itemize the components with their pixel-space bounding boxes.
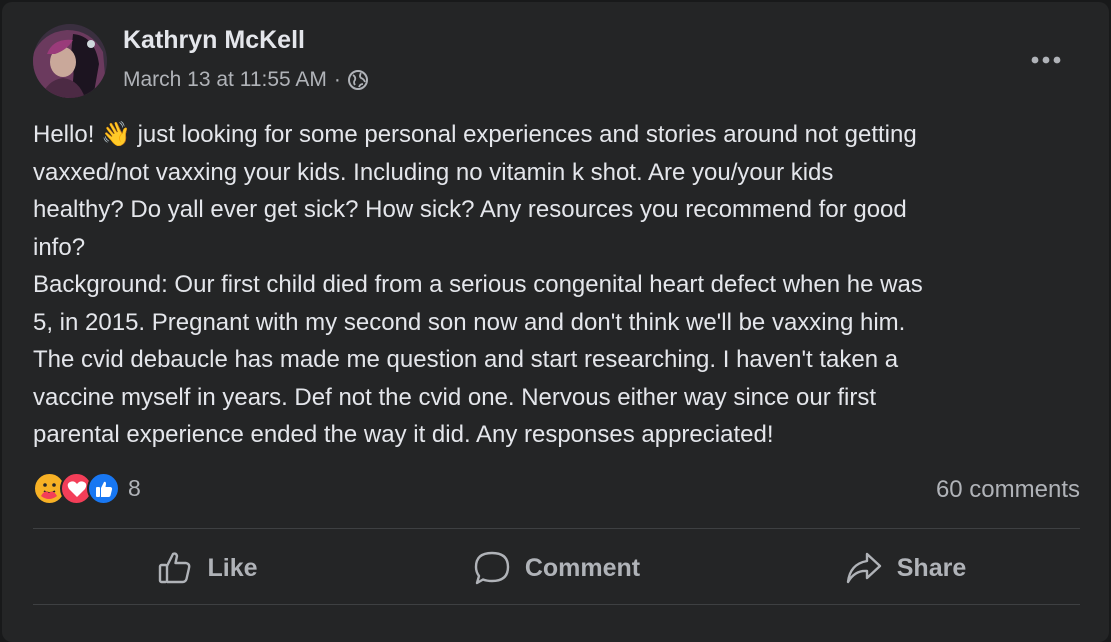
post-body-line: healthy? Do yall ever get sick? How sick… — [33, 196, 907, 223]
meta-separator: · — [333, 68, 341, 91]
post-meta: March 13 at 11:55 AM · — [123, 68, 369, 92]
share-button[interactable]: Share — [731, 532, 1080, 604]
divider — [33, 604, 1080, 605]
comment-button[interactable]: Comment — [382, 532, 731, 604]
post-body-line: Background: Our first child died from a … — [33, 271, 923, 298]
share-label: Share — [896, 553, 967, 582]
avatar-image — [33, 24, 107, 98]
more-options-icon — [1031, 56, 1061, 64]
post-body-line: vaccine myself in years. Def not the cvi… — [33, 383, 877, 411]
reaction-summary[interactable]: 8 — [33, 472, 141, 505]
post-timestamp[interactable]: March 13 at 11:55 AM — [123, 68, 327, 92]
share-icon — [846, 552, 881, 584]
post-body-line: 5, in 2015. Pregnant with my second son … — [33, 308, 906, 336]
more-options-button[interactable] — [1024, 42, 1068, 78]
globe-icon[interactable] — [347, 69, 369, 91]
post-body-line: vaxxed/not vaxxing your kids. Including … — [33, 158, 834, 186]
author-name[interactable]: Kathryn McKell — [123, 26, 305, 55]
like-reaction-icon — [87, 472, 120, 505]
divider — [33, 528, 1080, 529]
post-actions: Like Comment Share — [33, 532, 1080, 604]
reaction-count: 8 — [128, 475, 141, 501]
comment-label: Comment — [524, 553, 641, 582]
like-label: Like — [207, 553, 258, 582]
post-card: Kathryn McKell March 13 at 11:55 AM · He… — [2, 2, 1109, 642]
post-body-line: The cvid debaucle has made me question a… — [33, 346, 899, 373]
post-body-line: info? — [33, 233, 86, 261]
like-icon — [159, 552, 191, 584]
post-body-line: Hello! 👋 just looking for some personal … — [33, 121, 917, 148]
avatar[interactable] — [33, 24, 107, 98]
post-stats: 8 60 comments — [33, 472, 1080, 510]
comments-count[interactable]: 60 comments — [936, 476, 1080, 504]
comment-icon — [474, 551, 510, 585]
post-body: Hello! 👋 just looking for some personal … — [33, 116, 1093, 454]
like-button[interactable]: Like — [33, 532, 382, 604]
post-body-line: parental experience ended the way it did… — [33, 421, 774, 448]
